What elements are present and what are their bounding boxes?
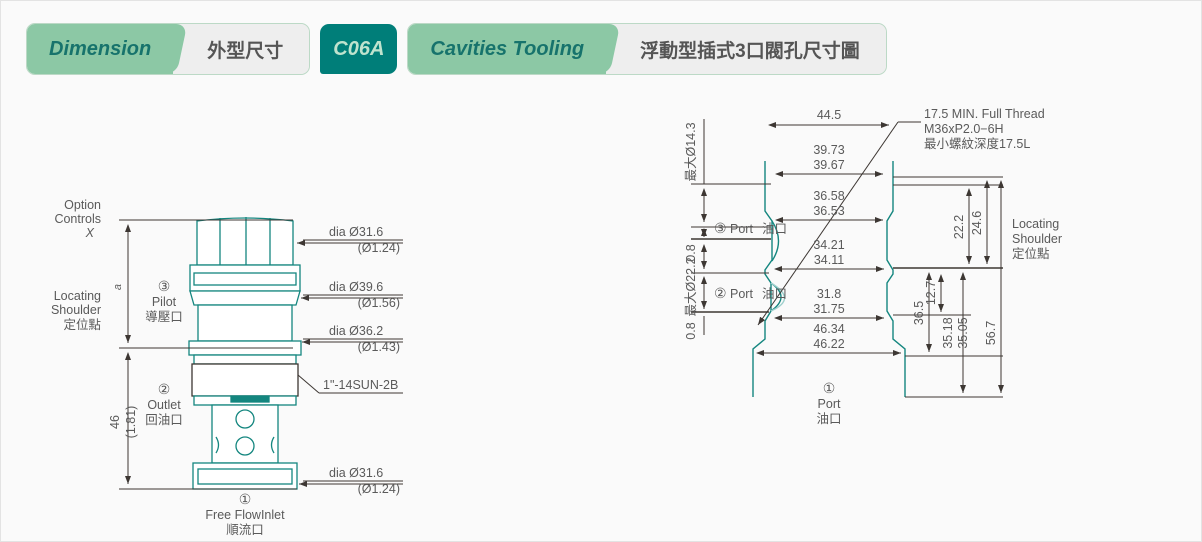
left-port-3-zh: 導壓口 [145,309,183,324]
cartridge-body [188,217,302,490]
thread-note-line1: 17.5 MIN. Full Thread [924,107,1045,121]
right-left-vdim-1: 最大Ø14.3 [684,122,698,181]
right-bottom-port-en: Port [818,397,841,411]
left-locating-line1: Locating [54,289,101,303]
right-locating-zh: 定位點 [1012,246,1050,261]
right-vdim-22-2: 22.2 [952,215,966,239]
option-controls-line2: Controls [54,212,101,226]
right-hdim-5-upper: 31.8 [817,287,841,301]
left-callout-1-main: dia Ø31.6 [329,225,383,239]
left-port-3-en: Pilot [152,295,177,309]
header-tab-bar: Dimension 外型尺寸 C06A Cavities Tooling 浮動型… [1,1,1202,97]
left-callout-4-main: 1"-14SUN-2B [323,378,398,392]
left-cartridge-drawing: Option Controls X Locating Shoulder 定位點 … [51,198,403,537]
left-port-1-num: ① [239,491,252,507]
left-port-2-num: ② [158,381,171,397]
right-hdim-1-upper: 44.5 [817,108,841,122]
tab-cavities-tooling-en-label: Cavities Tooling [408,24,607,74]
left-callout-2-sub: (Ø1.56) [358,296,400,310]
right-hdim-2-upper: 39.73 [813,143,844,157]
thread-note-line2: M36xP2.0−6H [924,122,1004,136]
tab-cavities-tooling[interactable]: Cavities Tooling 浮動型插式3口閥孔尺寸圖 [407,23,887,75]
left-port-1-zh: 順流口 [226,523,264,537]
left-callout-2-main: dia Ø39.6 [329,280,383,294]
right-hdim-3-upper: 36.58 [813,189,844,203]
right-vdim-12-7: 12.7 [924,281,938,305]
right-locating-line1: Locating [1012,217,1059,231]
right-port-3-en: Port [730,222,753,236]
left-port-2-en: Outlet [147,398,181,412]
right-right-extensions [893,176,1004,398]
left-callout-3-sub: (Ø1.43) [358,340,400,354]
left-port-3-num: ③ [158,278,171,294]
right-port-3-zh: 油口 [762,222,787,236]
option-controls-x: X [85,226,95,240]
option-controls-line1: Option [64,198,101,212]
tab-dimension[interactable]: Dimension 外型尺寸 [26,23,311,75]
right-bottom-port-zh: 油口 [816,412,841,426]
left-port-1-en: Free FlowInlet [205,508,285,522]
right-bottom-port-num: ① [823,380,836,396]
right-locating-line2: Shoulder [1012,232,1062,246]
right-port-2-zh: 油口 [762,287,787,301]
left-callout-leaders [297,239,403,487]
left-callout-3-main: dia Ø36.2 [329,324,383,338]
right-cavity-drawing: 44.5 39.73 39.67 36.58 36.53 34.21 34.11… [684,107,1062,426]
right-hdim-6-upper: 46.34 [813,322,844,336]
right-port-3-num: ③ [714,220,727,236]
left-locating-zh: 定位點 [63,317,101,332]
right-left-vdim-3: 最大Ø22.2 [684,257,698,316]
technical-drawing-svg: Option Controls X Locating Shoulder 定位點 … [51,107,1062,537]
tab-dimension-zh-label: 外型尺寸 [173,24,310,74]
thread-note-line3: 最小螺紋深度17.5L [924,136,1030,151]
model-badge-c06a[interactable]: C06A [320,24,398,74]
tab-dimension-en-label: Dimension [27,24,174,74]
right-port-2-en: Port [730,287,753,301]
tab-cavities-tooling-zh-label: 浮動型插式3口閥孔尺寸圖 [606,24,886,74]
right-port-2-num: ② [714,285,727,301]
right-vdim-35-05: 35.05 [956,317,970,348]
right-hdim-4-lower: 34.11 [814,253,844,267]
left-callout-1-sub: (Ø1.24) [358,241,400,255]
left-dim-46-inches: (1.81) [124,406,138,439]
left-dim-a: a [112,284,124,290]
right-hdim-6-lower: 46.22 [813,337,844,351]
right-vdim-24-6: 24.6 [970,211,984,235]
drawing-canvas: Option Controls X Locating Shoulder 定位點 … [1,97,1201,541]
cavities-tooling-page: Dimension 外型尺寸 C06A Cavities Tooling 浮動型… [0,0,1202,542]
left-dim-46: 46 [108,415,122,429]
right-hdim-3-lower: 36.53 [813,204,844,218]
right-hdim-2-lower: 39.67 [813,158,844,172]
right-vdim-35-18: 35.18 [941,317,955,348]
right-vdim-56-7: 56.7 [984,321,998,345]
left-callout-5-sub: (Ø1.24) [358,482,400,496]
left-callout-5-main: dia Ø31.6 [329,466,383,480]
right-hdim-4-upper: 34.21 [813,238,844,252]
right-vdim-36-5: 36.5 [912,301,926,325]
right-hdim-5-lower: 31.75 [813,302,844,316]
left-locating-line2: Shoulder [51,303,101,317]
right-left-vdim-4: 0.8 [684,322,698,339]
left-port-2-zh: 回油口 [145,413,183,427]
